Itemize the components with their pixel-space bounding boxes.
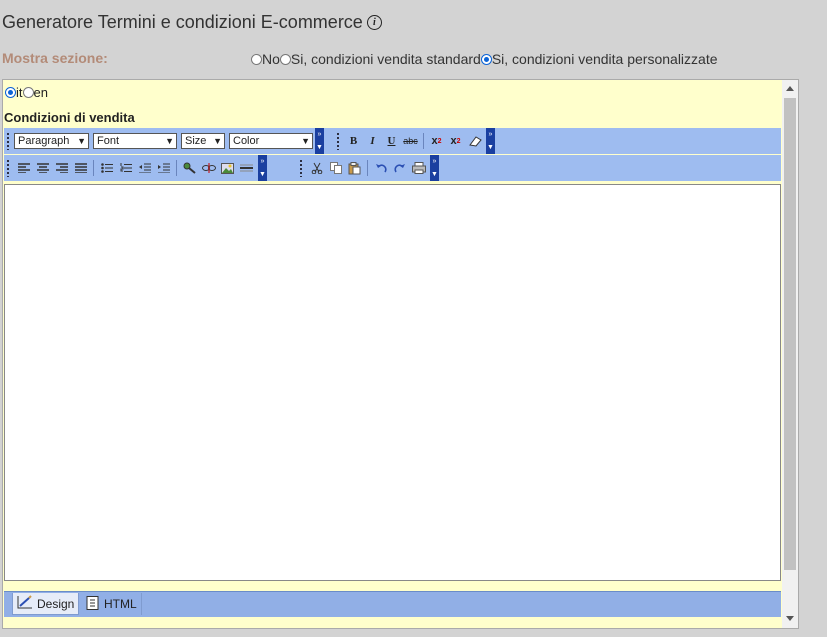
align-right-icon[interactable] [52,158,71,178]
toolbar-row-2: » ▼ » ▼ [4,155,781,181]
page-title-row: Generatore Termini e condizioni E-commer… [2,12,382,33]
toolbar-group-edit: » ▼ [299,155,439,181]
toolbar-group-format: Paragraph ▼ Font ▼ Size ▼ Color ▼ » ▼ [6,128,324,154]
toolbar-grip[interactable] [6,132,10,150]
outdent-icon[interactable] [135,158,154,178]
color-select[interactable]: Color ▼ [229,133,313,149]
redo-icon[interactable] [390,158,409,178]
toolbar-group-paragraph: » ▼ [6,155,267,181]
toolbar-overflow-button[interactable]: » ▼ [315,128,324,154]
tab-html[interactable]: HTML [82,593,142,615]
font-select[interactable]: Font ▼ [93,133,177,149]
radio-lang-it-label[interactable]: it [16,85,23,100]
horizontal-rule-icon[interactable] [237,158,256,178]
vertical-scrollbar[interactable] [782,80,798,628]
chevron-down-icon: ▼ [77,136,86,146]
eraser-icon[interactable] [465,131,484,151]
size-select[interactable]: Size ▼ [181,133,225,149]
cut-icon[interactable] [307,158,326,178]
superscript-icon[interactable]: x2 [427,131,446,151]
toolbar-overflow-button[interactable]: » ▼ [486,128,495,154]
toolbar-grip[interactable] [299,159,303,177]
scroll-down-icon[interactable] [786,616,794,621]
toolbar-separator [176,160,177,176]
toolbar-separator [423,133,424,149]
toolbar-grip[interactable] [336,132,340,150]
radio-lang-en[interactable] [22,87,34,98]
link-icon[interactable] [180,158,199,178]
toolbar-group-style: B I U abc x2 x2 » ▼ [336,128,495,154]
chevron-down-icon: ▼ [213,136,222,146]
copy-icon[interactable] [326,158,345,178]
toolbar-row-1: Paragraph ▼ Font ▼ Size ▼ Color ▼ » ▼ B I… [4,128,781,154]
align-left-icon[interactable] [14,158,33,178]
paste-icon[interactable] [345,158,364,178]
undo-icon[interactable] [371,158,390,178]
html-mode-icon [86,595,100,613]
tab-html-label: HTML [104,597,137,611]
font-select-value: Font [97,135,120,147]
radio-standard[interactable] [279,53,291,65]
size-select-value: Size [185,135,207,147]
paragraph-select-value: Paragraph [18,135,70,147]
scrollbar-thumb[interactable] [784,98,796,570]
chevron-down-icon: ▼ [165,136,174,146]
print-icon[interactable] [409,158,428,178]
italic-icon[interactable]: I [363,131,382,151]
toolbar-overflow-button[interactable]: » ▼ [430,155,439,181]
mostra-sezione-label: Mostra sezione: [2,50,108,66]
editor-panel: it en Condizioni di vendita Paragraph ▼ … [2,79,799,629]
indent-icon[interactable] [154,158,173,178]
editor-mode-bar: Design HTML [4,591,781,617]
radio-lang-en-label[interactable]: en [34,85,48,100]
radio-no-label[interactable]: No [262,51,280,67]
scroll-up-icon[interactable] [786,86,794,91]
unlink-icon[interactable] [199,158,218,178]
paragraph-select[interactable]: Paragraph ▼ [14,133,89,149]
strikethrough-icon[interactable]: abc [401,131,420,151]
underline-icon[interactable]: U [382,131,401,151]
color-select-value: Color [233,135,260,147]
radio-lang-it[interactable] [5,87,16,98]
align-justify-icon[interactable] [71,158,90,178]
bullet-list-icon[interactable] [97,158,116,178]
design-mode-icon [17,595,33,612]
subscript-icon[interactable]: x2 [446,131,465,151]
toolbar-separator [367,160,368,176]
radio-standard-label[interactable]: Si, condizioni vendita standard [291,51,481,67]
radio-personalizzate[interactable] [480,53,492,65]
toolbar-separator [93,160,94,176]
language-selector: it en [5,85,48,100]
numbered-list-icon[interactable] [116,158,135,178]
toolbar-grip[interactable] [6,159,10,177]
mostra-sezione-options: No Si, condizioni vendita standard Si, c… [251,51,718,67]
toolbar-overflow-button[interactable]: » ▼ [258,155,267,181]
image-icon[interactable] [218,158,237,178]
chevron-down-icon: ▼ [301,136,310,146]
radio-no[interactable] [251,53,262,65]
page-title: Generatore Termini e condizioni E-commer… [2,12,363,32]
radio-personalizzate-label[interactable]: Si, condizioni vendita personalizzate [492,51,718,67]
bold-icon[interactable]: B [344,131,363,151]
tab-design[interactable]: Design [12,593,80,615]
info-icon[interactable]: i [366,15,382,30]
align-center-icon[interactable] [33,158,52,178]
rich-text-editor-area[interactable] [4,184,781,581]
editor-label: Condizioni di vendita [4,110,135,125]
tab-design-label: Design [37,596,75,611]
